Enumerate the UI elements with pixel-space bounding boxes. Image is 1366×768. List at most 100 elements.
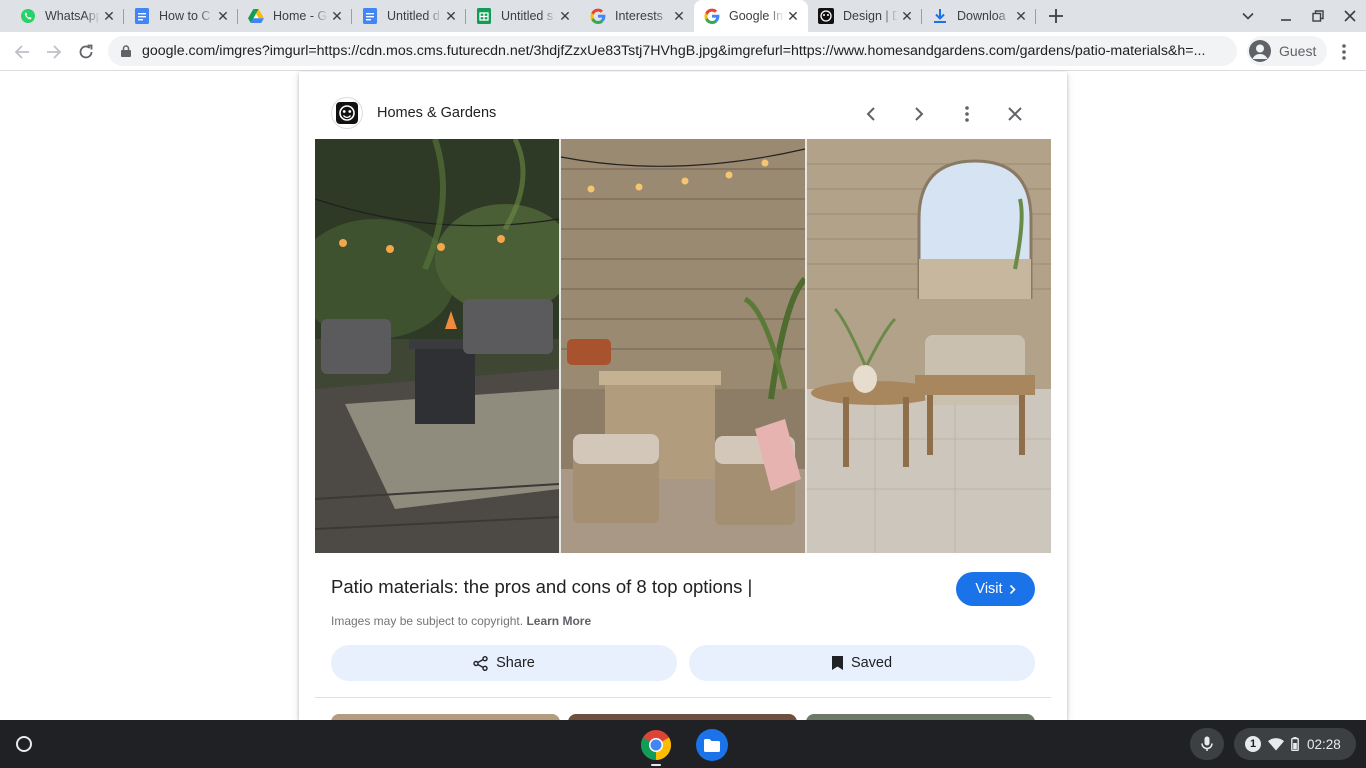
close-tab-icon[interactable]: ✕ (1012, 7, 1030, 25)
copyright-text: Images may be subject to copyright. (331, 614, 524, 628)
chevron-down-icon (1242, 12, 1254, 20)
tab-untitled-document[interactable]: Untitled d ✕ (352, 0, 466, 32)
tab-title: Google Im (729, 9, 784, 23)
google-docs-icon (362, 8, 378, 24)
launcher-button[interactable] (12, 732, 36, 756)
profile-button[interactable]: Guest (1247, 36, 1327, 66)
next-image-button[interactable] (905, 100, 933, 128)
visit-button[interactable]: Visit (956, 572, 1035, 606)
close-window-button[interactable] (1338, 4, 1362, 28)
browser-menu-button[interactable] (1334, 40, 1354, 64)
browser-toolbar: google.com/imgres?imgurl=https://cdn.mos… (0, 32, 1366, 71)
reload-icon (79, 44, 93, 59)
chevron-right-icon (1009, 584, 1016, 594)
google-drive-icon (248, 8, 264, 24)
tab-untitled-spreadsheet[interactable]: Untitled s ✕ (466, 0, 580, 32)
tab-strip: WhatsApp ✕ How to C ✕ Home - G ✕ Untitle… (0, 0, 1366, 32)
shelf-app-files[interactable] (695, 728, 729, 762)
image-title[interactable]: Patio materials: the pros and cons of 8 … (331, 576, 752, 598)
forward-button[interactable] (40, 38, 68, 66)
tab-search-button[interactable] (1236, 4, 1260, 28)
close-icon (1344, 10, 1356, 22)
lock-icon[interactable] (119, 44, 133, 58)
homes-and-gardens-icon (818, 8, 834, 24)
image-preview-panel: Homes & Gardens Patio materials: the pro… (299, 72, 1067, 720)
system-shelf: 1 02:28 (0, 720, 1366, 768)
tab-google-images[interactable]: Google Im ✕ (694, 0, 808, 32)
launcher-circle-icon (16, 736, 32, 752)
saved-label: Saved (850, 655, 893, 671)
share-button[interactable]: Share (331, 645, 677, 681)
tab-google-drive[interactable]: Home - G ✕ (238, 0, 352, 32)
divider (315, 697, 1051, 698)
minimize-button[interactable] (1274, 4, 1298, 28)
close-tab-icon[interactable]: ✕ (784, 7, 802, 25)
tab-title: Downloa (957, 9, 1006, 23)
notification-count-badge[interactable]: 1 (1245, 736, 1261, 752)
more-options-button[interactable] (953, 100, 981, 128)
close-tab-icon[interactable]: ✕ (214, 7, 232, 25)
source-logo[interactable] (331, 97, 363, 129)
restore-button[interactable] (1306, 4, 1330, 28)
image-title-row: Patio materials: the pros and cons of 8 … (331, 572, 1035, 606)
preview-image[interactable] (315, 139, 1051, 553)
close-tab-icon[interactable]: ✕ (898, 7, 916, 25)
close-tab-icon[interactable]: ✕ (442, 7, 460, 25)
close-tab-icon[interactable]: ✕ (100, 7, 118, 25)
saved-button[interactable]: Saved (689, 645, 1035, 681)
tab-interests[interactable]: Interests ✕ (580, 0, 694, 32)
download-icon (932, 8, 948, 24)
page-content: Homes & Gardens Patio materials: the pro… (0, 72, 1366, 720)
more-vert-icon (965, 106, 969, 122)
address-bar[interactable]: google.com/imgres?imgurl=https://cdn.mos… (108, 36, 1237, 66)
share-label: Share (496, 655, 535, 671)
tab-design[interactable]: Design | D ✕ (808, 0, 922, 32)
tab-title: Interests (615, 9, 663, 23)
restore-icon (1312, 10, 1324, 22)
learn-more-link[interactable]: Learn More (526, 614, 591, 628)
share-icon (473, 655, 488, 671)
reload-button[interactable] (72, 38, 100, 66)
google-icon (590, 8, 606, 24)
plus-icon (1049, 9, 1063, 23)
tab-downloads[interactable]: Downloa ✕ (922, 0, 1036, 32)
google-sheets-icon (476, 8, 492, 24)
tab-how-to[interactable]: How to C ✕ (124, 0, 238, 32)
tab-whatsapp[interactable]: WhatsApp ✕ (10, 0, 124, 32)
copyright-notice: Images may be subject to copyright. Lear… (331, 614, 591, 628)
avatar-icon (1249, 40, 1271, 62)
panel-header: Homes & Gardens (299, 72, 1067, 142)
close-tab-icon[interactable]: ✕ (556, 7, 574, 25)
patio-collage-image (315, 139, 1051, 553)
tab-title: Untitled s (501, 9, 554, 23)
shelf-app-chrome[interactable] (639, 728, 673, 762)
url-text[interactable]: google.com/imgres?imgurl=https://cdn.mos… (142, 43, 1232, 59)
tab-title: Untitled d (387, 9, 440, 23)
close-panel-button[interactable] (1001, 100, 1029, 128)
close-icon (1008, 107, 1022, 121)
tab-title: How to C (159, 9, 211, 23)
more-vert-icon (1342, 44, 1346, 60)
bookmark-icon (831, 656, 843, 670)
previous-image-button[interactable] (857, 100, 885, 128)
minimize-icon (1281, 19, 1291, 21)
google-icon (704, 8, 720, 24)
status-tray[interactable]: 1 02:28 (1234, 728, 1356, 760)
close-tab-icon[interactable]: ✕ (670, 7, 688, 25)
arrow-left-icon (14, 45, 29, 59)
microphone-icon (1201, 736, 1213, 751)
voice-input-button[interactable] (1190, 728, 1224, 760)
source-name[interactable]: Homes & Gardens (377, 105, 496, 121)
chevron-right-icon (915, 107, 924, 121)
tab-title: WhatsApp (45, 9, 100, 23)
files-icon (696, 729, 728, 761)
new-tab-button[interactable] (1044, 4, 1068, 28)
close-tab-icon[interactable]: ✕ (328, 7, 346, 25)
back-button[interactable] (8, 38, 36, 66)
battery-icon (1291, 737, 1299, 751)
homes-and-gardens-icon (336, 102, 358, 124)
tab-title: Design | D (843, 9, 898, 23)
clock-time: 02:28 (1307, 736, 1341, 752)
active-app-indicator (651, 764, 661, 766)
visit-label: Visit (975, 581, 1003, 597)
